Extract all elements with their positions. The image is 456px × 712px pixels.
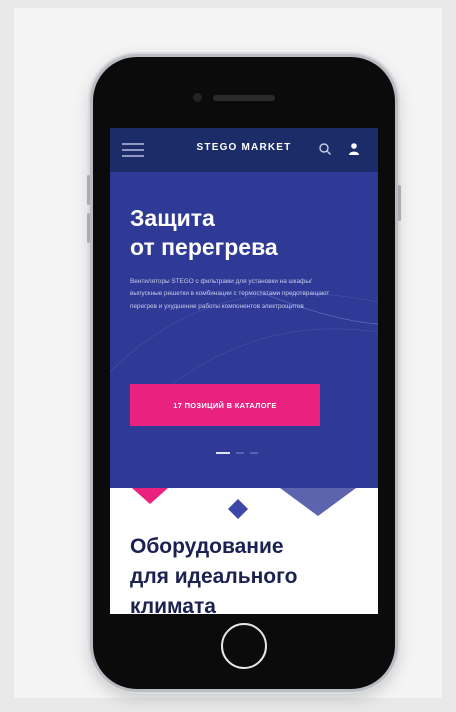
slider-dot[interactable]: [250, 452, 258, 454]
slate-triangle-shape: [280, 488, 356, 516]
phone-speaker: [213, 95, 275, 101]
decorative-shapes: [132, 488, 356, 519]
slider-dot-active[interactable]: [216, 452, 230, 454]
catalog-button[interactable]: 17 ПОЗИЦИЙ В КАТАЛОГЕ: [130, 384, 320, 426]
pink-triangle-shape: [132, 488, 168, 504]
blue-diamond-shape: [228, 499, 248, 519]
phone-mockup: STEGO MARKET Защита от перегрева Вентиля…: [87, 57, 401, 689]
phone-camera: [193, 93, 202, 102]
equipment-section: Оборудование для идеального климата: [110, 488, 378, 614]
hero-description: Вентиляторы STEGO с фильтрами для устано…: [130, 278, 330, 310]
top-navigation-bar: STEGO MARKET: [110, 128, 378, 172]
phone-power-button: [398, 185, 401, 221]
search-icon[interactable]: [318, 142, 332, 156]
phone-home-button[interactable]: [221, 623, 267, 669]
phone-volume-down-button: [87, 213, 90, 243]
slider-dot[interactable]: [236, 452, 244, 454]
user-icon[interactable]: [348, 142, 360, 156]
hero-title: Защита от перегрева: [130, 205, 278, 260]
phone-screen: STEGO MARKET Защита от перегрева Вентиля…: [110, 128, 378, 614]
section-title: Оборудование для идеального климата: [130, 535, 298, 614]
brand-logo[interactable]: STEGO MARKET: [110, 142, 378, 153]
hero-banner: Защита от перегрева Вентиляторы STEGO с …: [110, 172, 378, 488]
phone-volume-up-button: [87, 175, 90, 205]
